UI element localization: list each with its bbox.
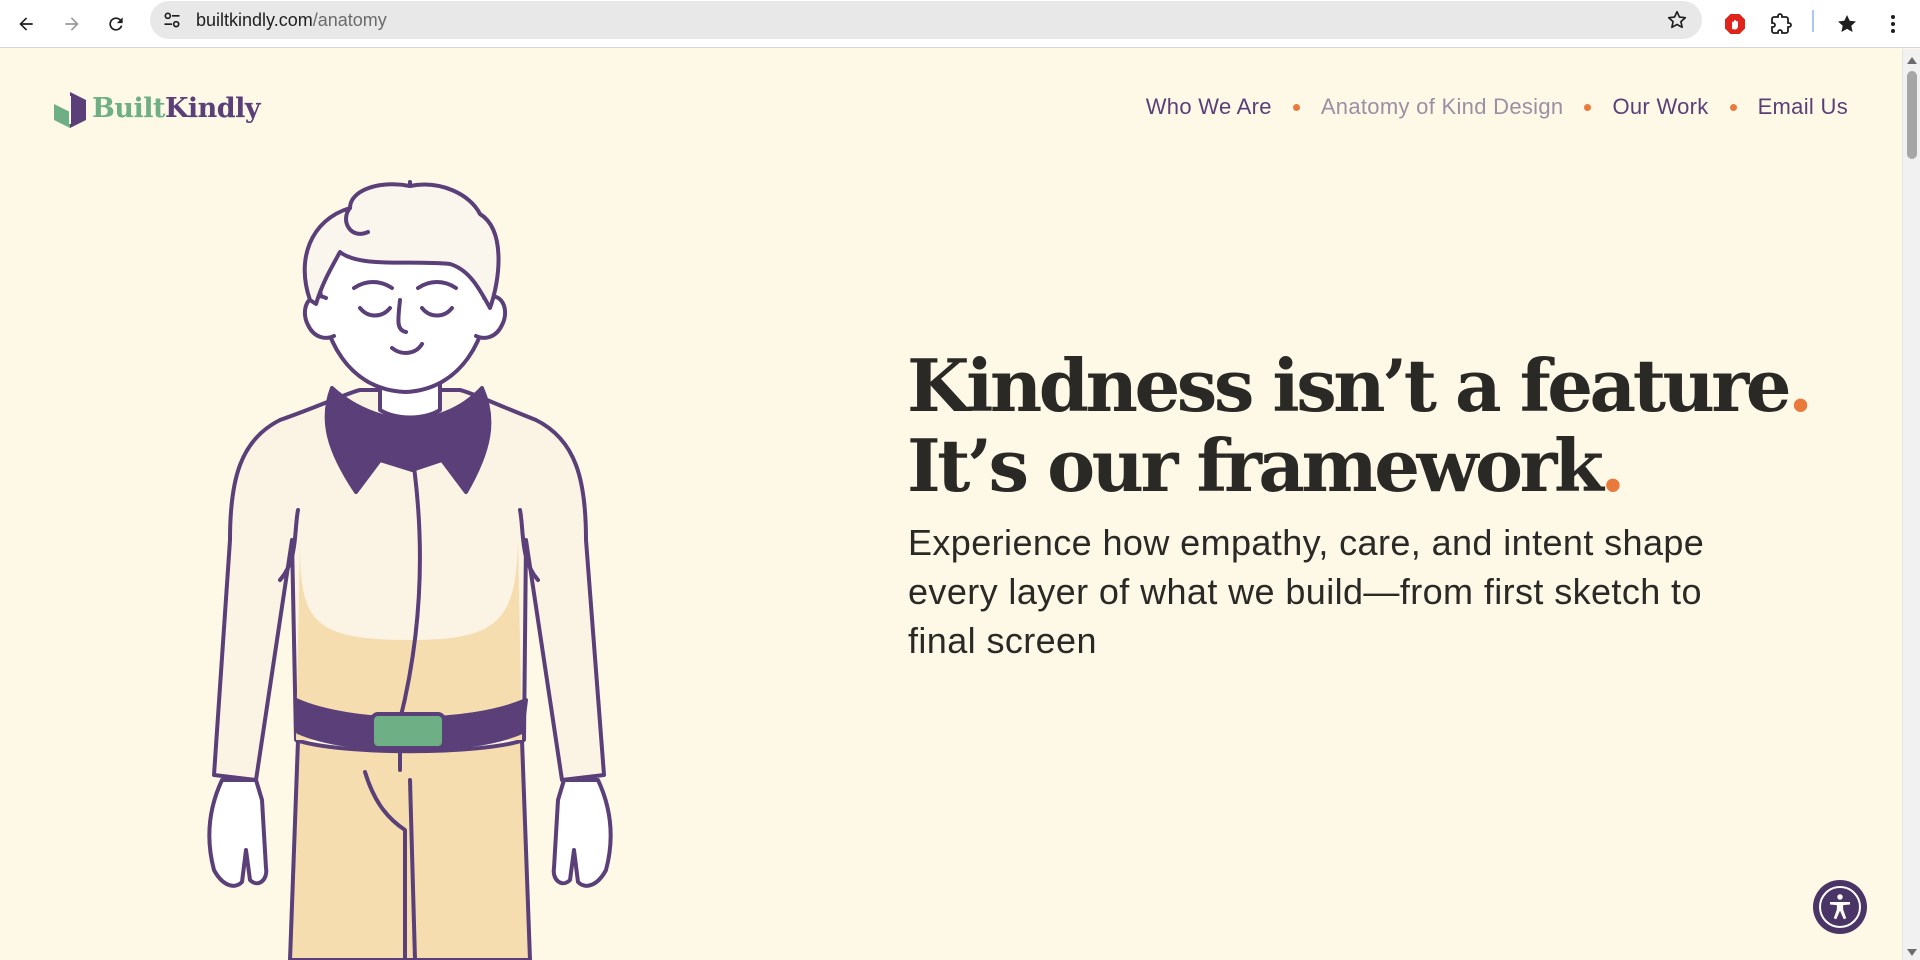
accessibility-button[interactable] (1813, 880, 1867, 934)
extensions-puzzle-icon (1771, 13, 1792, 34)
forward-arrow-icon (65, 17, 79, 31)
bookmarks-star-icon (1838, 15, 1856, 32)
hero-title-line1: Kindness isn’t a feature (907, 343, 1792, 428)
scroll-thumb[interactable] (1907, 71, 1917, 159)
main-nav: Who We Are Anatomy of Kind Design Our Wo… (1146, 94, 1848, 120)
bookmarks-button[interactable] (1830, 7, 1864, 41)
nav-separator-dot (1584, 103, 1592, 111)
hero-subtitle: Experience how empathy, care, and intent… (908, 522, 1705, 661)
scroll-down-arrow-icon[interactable] (1907, 949, 1917, 956)
toolbar-separator (1812, 10, 1814, 32)
forward-button[interactable] (54, 6, 90, 42)
site-logo[interactable]: BuiltKindly (52, 88, 261, 128)
accessibility-ring (1819, 886, 1861, 928)
nav-who-we-are[interactable]: Who We Are (1146, 94, 1272, 120)
hero-title-line2: It’s our framework (907, 423, 1604, 508)
more-menu-icon (1891, 15, 1895, 33)
adblock-extension-icon (1725, 14, 1745, 34)
nav-separator-dot (1729, 103, 1737, 111)
address-bar[interactable]: builtkindly.com/anatomy (150, 1, 1702, 39)
url-path: /anatomy (312, 10, 387, 30)
title-accent-dot: . (1600, 423, 1625, 508)
logo-built: Built (92, 92, 165, 124)
url-domain: builtkindly.com (196, 10, 313, 30)
nav-our-work[interactable]: Our Work (1612, 94, 1708, 120)
browser-toolbar: builtkindly.com/anatomy (0, 0, 1920, 48)
extensions-button[interactable] (1764, 7, 1798, 41)
url-text: builtkindly.com/anatomy (196, 10, 387, 31)
reload-icon (109, 17, 123, 31)
logo-wordmark: BuiltKindly (92, 92, 261, 124)
title-accent-dot: . (1788, 343, 1813, 428)
leaf-logo-icon (54, 92, 86, 128)
nav-email-us[interactable]: Email Us (1758, 94, 1848, 120)
nav-separator-dot (1292, 103, 1300, 111)
adblock-extension-button[interactable] (1718, 7, 1752, 41)
reload-button[interactable] (98, 6, 134, 42)
logo-kindly: Kindly (164, 92, 261, 124)
page-scrollbar[interactable] (1902, 49, 1920, 960)
accessibility-person-icon (1830, 894, 1850, 920)
back-arrow-icon (19, 17, 33, 31)
scroll-up-arrow-icon[interactable] (1907, 57, 1917, 64)
bookmark-star-icon[interactable] (1666, 9, 1688, 31)
hero-title: Kindness isn’t a feature. It’s our frame… (907, 343, 1813, 508)
back-button[interactable] (8, 6, 44, 42)
nav-anatomy-of-kind-design[interactable]: Anatomy of Kind Design (1321, 94, 1564, 120)
more-menu-button[interactable] (1876, 7, 1910, 41)
site-settings-icon[interactable] (162, 10, 182, 30)
hero-illustration (207, 180, 613, 960)
